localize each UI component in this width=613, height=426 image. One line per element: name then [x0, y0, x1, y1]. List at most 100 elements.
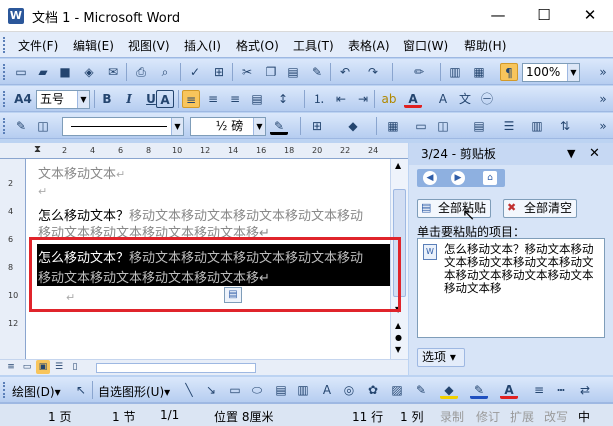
clipboard-item[interactable]: W 怎么移动文本？移动文本移动文本移动文本移动文本移动文本移动文本移动文本移动文… [417, 238, 605, 338]
zoom-combo[interactable]: 100% ▼ [522, 63, 580, 82]
bold-button[interactable]: B [98, 90, 116, 108]
align-center-icon[interactable]: ≡ [204, 90, 222, 108]
reading-view-icon[interactable]: ▯ [68, 360, 82, 374]
cut-icon[interactable]: ✂ [238, 63, 256, 81]
menu-edit[interactable]: 编辑(E) [73, 37, 114, 54]
insert-table-icon[interactable]: ▦ [384, 117, 402, 135]
menu-help[interactable]: 帮助(H) [464, 37, 506, 54]
char-border-button[interactable]: A [156, 90, 174, 108]
undo-icon[interactable]: ↶ [336, 63, 354, 81]
dash-style-icon[interactable]: ┅ [552, 381, 570, 399]
distribute-rows-icon[interactable]: ☰ [500, 117, 518, 135]
autoshapes-menu[interactable]: 自选图形(U)▾ [98, 383, 170, 400]
toolbar-grip[interactable] [3, 382, 6, 398]
enclose-character-icon[interactable]: ㊀ [478, 90, 496, 108]
toolbar-grip[interactable] [3, 118, 6, 134]
border-color-icon[interactable]: ✎ [270, 117, 288, 135]
paste-icon[interactable]: ▤ [284, 63, 302, 81]
chevron-down-icon[interactable]: ▼ [253, 118, 265, 135]
align-right-icon[interactable]: ≡ [226, 90, 244, 108]
shading-color-icon[interactable]: ◆ [344, 117, 362, 135]
tab-selector[interactable] [0, 143, 26, 159]
pane-close-icon[interactable]: ✕ [589, 143, 600, 165]
toolbar-options-icon[interactable]: » [594, 90, 612, 108]
fit-text-icon[interactable]: A [434, 90, 452, 108]
draw-font-color-icon[interactable]: A [500, 381, 518, 399]
align-left-icon[interactable]: ≡ [182, 90, 200, 108]
columns-icon[interactable]: ▥ [446, 63, 464, 81]
select-objects-icon[interactable]: ↖ [72, 381, 90, 399]
previous-page-icon[interactable]: ▲ [395, 321, 401, 330]
show-hide-marks-icon[interactable]: ¶ [500, 63, 518, 81]
align-cell-icon[interactable]: ▤ [470, 117, 488, 135]
eraser-icon[interactable]: ◫ [34, 117, 52, 135]
minimize-button[interactable]: — [475, 0, 521, 32]
menu-tools[interactable]: 工具(T) [293, 37, 334, 54]
distributed-align-icon[interactable]: ▤ [248, 90, 266, 108]
browse-object-icon[interactable]: ● [395, 333, 402, 342]
redo-icon[interactable]: ↷ [364, 63, 382, 81]
toolbar-options-icon[interactable]: » [594, 117, 612, 135]
sort-icon[interactable]: ⇅ [556, 117, 574, 135]
line-color-icon[interactable]: ✎ [470, 381, 488, 399]
line-spacing-icon[interactable]: ↕ [274, 90, 292, 108]
phonetic-guide-icon[interactable]: 文 [456, 90, 474, 108]
menu-view[interactable]: 视图(V) [128, 37, 170, 54]
status-record[interactable]: 录制 [440, 408, 464, 425]
arrow-style-icon[interactable]: ⇄ [576, 381, 594, 399]
chevron-down-icon[interactable]: ▼ [171, 118, 183, 135]
new-document-icon[interactable]: ▭ [12, 63, 30, 81]
vertical-ruler[interactable]: 2 4 6 8 10 12 [0, 159, 26, 359]
indent-marker-icon[interactable]: ⧗ [34, 144, 41, 155]
horizontal-scrollbar[interactable] [96, 363, 256, 373]
options-button[interactable]: 选项 ▾ [417, 348, 465, 367]
oval-icon[interactable]: ⬭ [248, 381, 266, 399]
styles-icon[interactable]: A4 [12, 90, 34, 108]
open-folder-icon[interactable]: ▰ [34, 63, 52, 81]
font-color-button[interactable]: A [404, 90, 422, 108]
highlight-icon[interactable]: ab [380, 90, 398, 108]
fill-color-icon[interactable]: ◆ [440, 381, 458, 399]
line-style-combo[interactable]: ▼ [62, 117, 184, 136]
picture-icon[interactable]: ▨ [388, 381, 406, 399]
spelling-icon[interactable]: ✓ [186, 63, 204, 81]
permission-icon[interactable]: ◈ [80, 63, 98, 81]
draw-table-icon[interactable]: ✎ [12, 117, 30, 135]
shadow-icon[interactable]: ✎ [412, 381, 430, 399]
ink-annotation-icon[interactable]: ✏ [410, 63, 428, 81]
maximize-button[interactable]: ☐ [521, 0, 567, 32]
merge-cells-icon[interactable]: ▭ [412, 117, 430, 135]
scroll-up-icon[interactable]: ▲ [395, 161, 401, 170]
horizontal-ruler[interactable]: ⧗ 2 4 6 8 10 12 14 16 18 20 22 24 [26, 143, 408, 159]
print-layout-icon[interactable]: ▣ [36, 360, 50, 374]
toolbar-grip[interactable] [3, 64, 6, 80]
toolbar-grip[interactable] [3, 91, 6, 107]
table-icon[interactable]: ▦ [470, 63, 488, 81]
normal-view-icon[interactable]: ≡ [4, 360, 18, 374]
decrease-indent-icon[interactable]: ⇤ [332, 90, 350, 108]
numbering-icon[interactable]: ⒈ [310, 90, 328, 108]
menu-insert[interactable]: 插入(I) [184, 37, 221, 54]
menu-file[interactable]: 文件(F) [18, 37, 58, 54]
rectangle-icon[interactable]: ▭ [226, 381, 244, 399]
increase-indent-icon[interactable]: ⇥ [354, 90, 372, 108]
print-icon[interactable]: ⎙ [132, 63, 150, 81]
forward-icon[interactable]: ▶ [451, 171, 465, 185]
italic-button[interactable]: I [120, 90, 138, 108]
clipart-icon[interactable]: ✿ [364, 381, 382, 399]
vertical-text-box-icon[interactable]: ▥ [294, 381, 312, 399]
menu-window[interactable]: 窗口(W) [403, 37, 448, 54]
status-overtype[interactable]: 改写 [544, 408, 568, 425]
save-icon[interactable]: ■ [56, 63, 74, 81]
font-size-combo[interactable]: 五号 ▼ [36, 90, 90, 109]
clear-all-button[interactable]: ✖ 全部清空 [503, 199, 578, 218]
chevron-down-icon[interactable]: ▼ [567, 64, 579, 81]
line-weight-combo[interactable]: ½ 磅 ▼ [190, 117, 266, 136]
line-icon[interactable]: ╲ [180, 381, 198, 399]
wordart-icon[interactable]: A [318, 381, 336, 399]
menu-format[interactable]: 格式(O) [236, 37, 279, 54]
copy-icon[interactable]: ❐ [262, 63, 280, 81]
print-preview-icon[interactable]: ⌕ [156, 63, 174, 81]
toolbar-grip[interactable] [3, 37, 6, 53]
status-track-changes[interactable]: 修订 [476, 408, 500, 425]
